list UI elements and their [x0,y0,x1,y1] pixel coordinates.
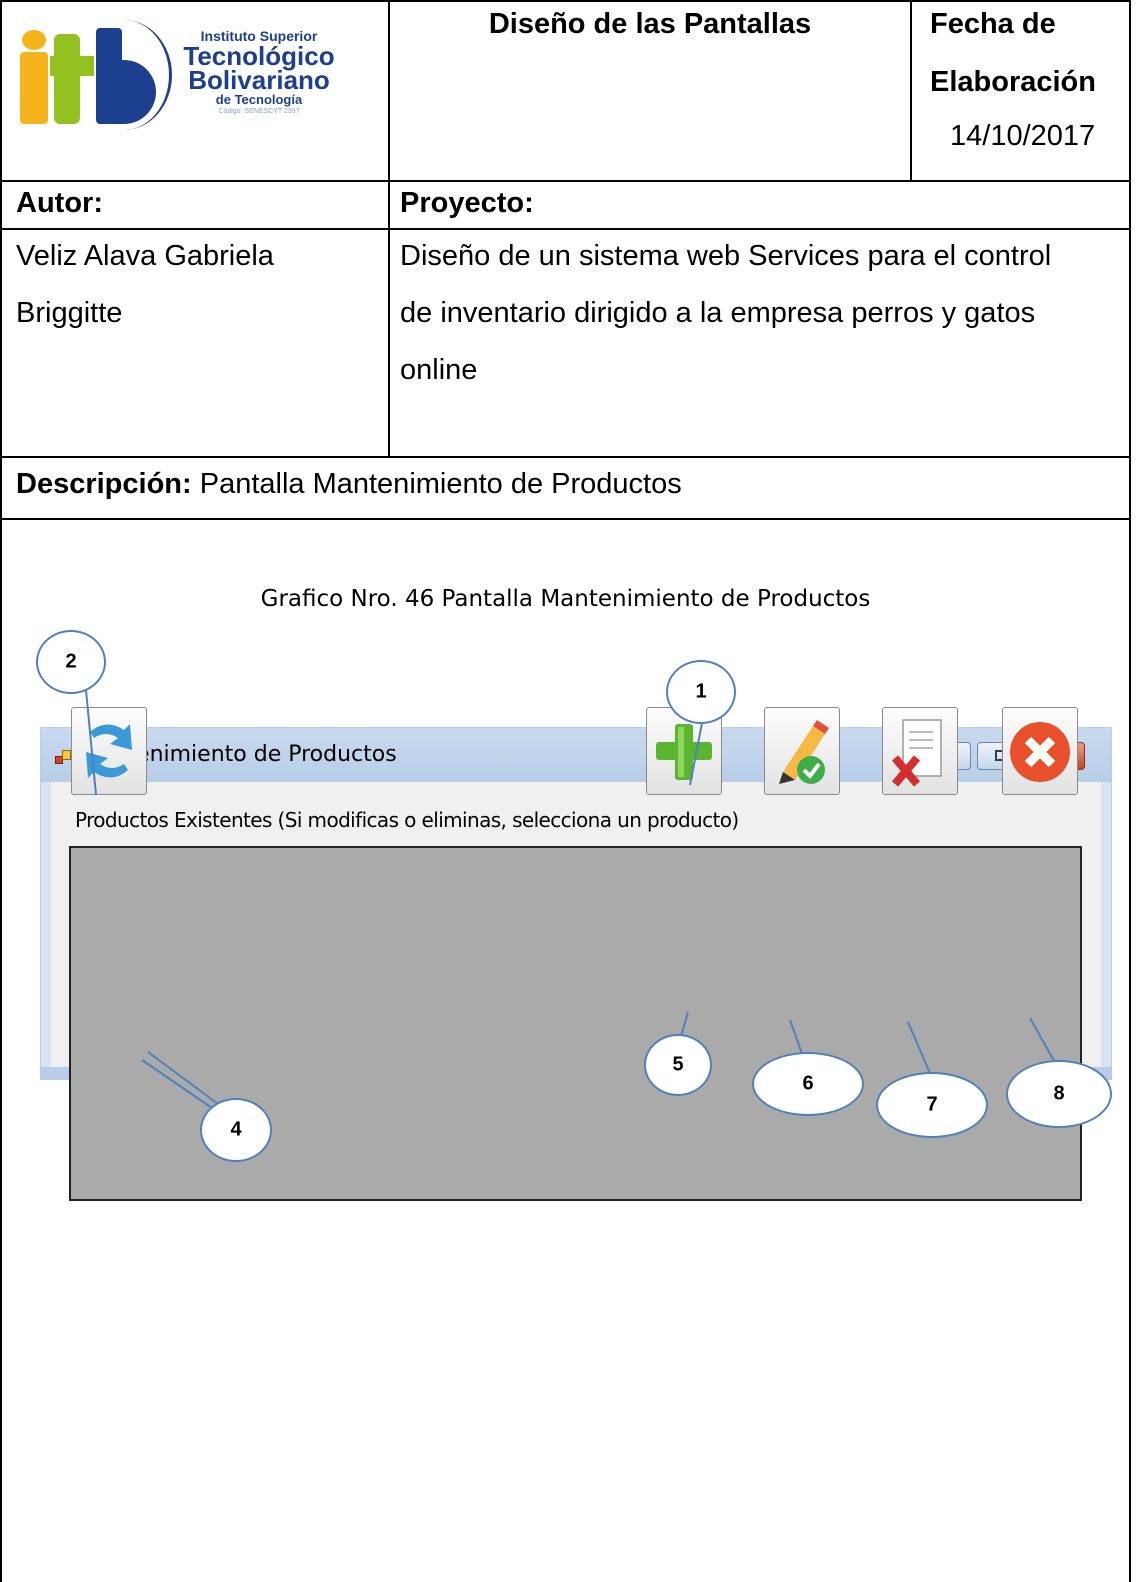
callout-8: 8 [1006,1060,1112,1128]
connector-1 [689,717,704,786]
callout-5: 5 [644,1034,712,1096]
callout-connectors [85,689,1059,1109]
connector-4b [147,1051,219,1105]
callout-4: 4 [200,1098,272,1162]
connector-2 [85,689,97,796]
callout-1: 1 [666,660,736,724]
connector-4a [141,1059,213,1109]
callout-7: 7 [876,1072,988,1138]
callout-6: 6 [752,1052,864,1116]
connector-7 [907,1021,933,1079]
callout-2: 2 [36,630,106,694]
